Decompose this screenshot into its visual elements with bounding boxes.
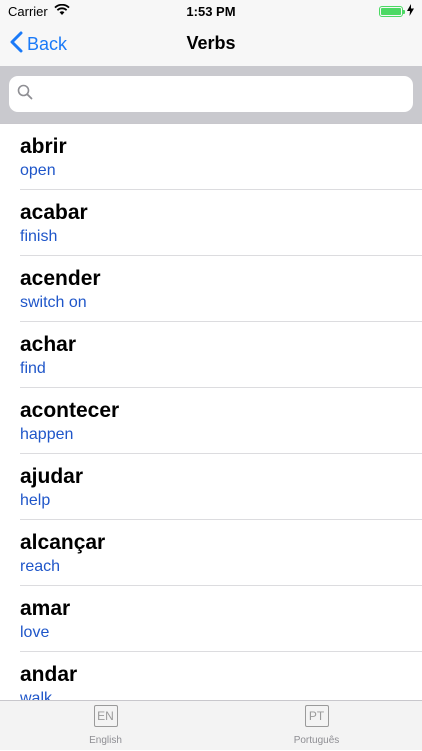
tab-english-label: English	[89, 735, 122, 746]
tab-bar: EN English PT Português	[0, 700, 422, 750]
verb-word: acender	[20, 267, 101, 290]
english-flag-icon: EN	[93, 705, 118, 727]
verb-translation: reach	[20, 558, 61, 575]
tab-english[interactable]: EN English	[0, 705, 211, 751]
portuguese-flag-icon: PT	[304, 705, 329, 727]
status-time: 1:53 PM	[186, 4, 236, 19]
search-field[interactable]	[9, 76, 413, 112]
verb-word: ajudar	[20, 465, 84, 488]
verb-translation: walk	[20, 690, 53, 700]
verb-translation: help	[20, 492, 51, 509]
battery-icon	[379, 6, 405, 17]
charging-bolt-icon	[407, 4, 414, 19]
status-right	[379, 4, 414, 19]
verb-translation: open	[20, 162, 56, 179]
tab-portuguese-label: Português	[293, 735, 340, 746]
verb-word: abrir	[20, 135, 67, 158]
list-item[interactable]: amar love	[0, 586, 422, 652]
verb-translation: switch on	[20, 294, 87, 311]
verb-translation: love	[20, 624, 50, 641]
verb-word: acabar	[20, 201, 88, 224]
list-item[interactable]: achar find	[0, 322, 422, 388]
list-item[interactable]: acabar finish	[0, 190, 422, 256]
verb-translation: find	[20, 360, 46, 377]
verb-word: achar	[20, 333, 77, 356]
battery-fill	[381, 8, 401, 15]
list-item[interactable]: andar walk	[0, 652, 422, 700]
verb-word: acontecer	[20, 399, 120, 422]
verb-translation: finish	[20, 228, 58, 245]
navigation-bar: Back Verbs	[0, 22, 422, 66]
list-item[interactable]: acender switch on	[0, 256, 422, 322]
list-item[interactable]: acontecer happen	[0, 388, 422, 454]
verb-translation: happen	[20, 426, 74, 443]
page-title: Verbs	[186, 33, 236, 53]
verb-word: alcançar	[20, 531, 106, 554]
verb-word: amar	[20, 597, 71, 620]
top-chrome: Carrier 1:53 PM Back Verbs	[0, 0, 422, 124]
status-bar: Carrier 1:53 PM	[0, 0, 422, 22]
verb-list[interactable]: abrir open acabar finish acender switch on ach…	[0, 124, 422, 700]
verb-word: andar	[20, 663, 78, 686]
search-icon	[17, 84, 33, 105]
search-bar	[0, 66, 422, 123]
search-input[interactable]	[39, 84, 413, 104]
list-item[interactable]: ajudar help	[0, 454, 422, 520]
list-item[interactable]: abrir open	[0, 124, 422, 190]
battery-tip	[403, 10, 405, 14]
tab-portuguese[interactable]: PT Português	[211, 705, 422, 751]
list-item[interactable]: alcançar reach	[0, 520, 422, 586]
